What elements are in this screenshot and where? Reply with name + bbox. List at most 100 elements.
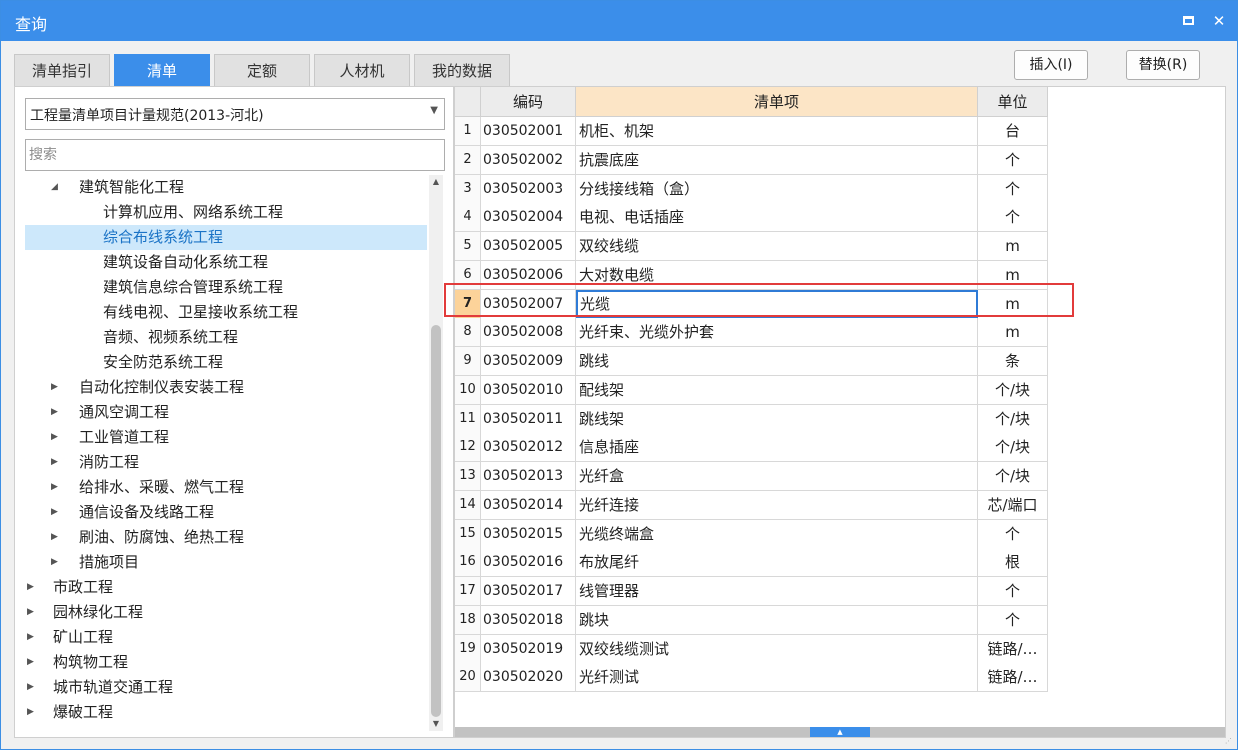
expand-icon[interactable]: ▶ (51, 450, 63, 475)
row-number[interactable]: 18 (455, 605, 481, 635)
code-cell[interactable]: 030502011 (481, 404, 576, 434)
code-cell[interactable]: 030502008 (481, 318, 576, 348)
replace-button[interactable]: 替换(R) (1126, 50, 1200, 80)
row-number[interactable]: 14 (455, 490, 481, 520)
header-unit[interactable]: 单位 (978, 87, 1048, 117)
name-cell[interactable]: 跳块 (576, 605, 978, 635)
tree-item[interactable]: ◢ 建筑智能化工程 (25, 175, 427, 200)
expand-icon[interactable]: ▶ (51, 500, 63, 525)
tab-4[interactable]: 我的数据 (414, 54, 510, 86)
tree-item[interactable]: 音频、视频系统工程 (25, 325, 427, 350)
collapse-icon[interactable]: ◢ (51, 175, 63, 200)
unit-cell[interactable]: m (978, 318, 1048, 348)
unit-cell[interactable]: 条 (978, 347, 1048, 376)
name-cell[interactable]: 光纤测试 (576, 663, 978, 693)
unit-cell[interactable]: 个 (978, 203, 1048, 233)
scroll-up-icon[interactable]: ▲ (431, 177, 441, 187)
unit-cell[interactable]: 个/块 (978, 462, 1048, 491)
unit-cell[interactable]: 链路/… (978, 663, 1048, 693)
row-number[interactable]: 16 (455, 548, 481, 578)
name-cell[interactable]: 机柜、机架 (576, 117, 978, 146)
tree-item[interactable]: 建筑信息综合管理系统工程 (25, 275, 427, 300)
grid-h-scrollbar[interactable]: ▲ (455, 727, 1225, 737)
expand-icon[interactable]: ▶ (51, 400, 63, 425)
code-cell[interactable]: 030502014 (481, 490, 576, 520)
tree-item[interactable]: ▶ 构筑物工程 (25, 650, 427, 675)
expand-icon[interactable]: ▶ (51, 425, 63, 450)
tree-item[interactable]: ▶ 通风空调工程 (25, 400, 427, 425)
name-cell[interactable]: 双绞线缆测试 (576, 634, 978, 664)
row-number[interactable]: 19 (455, 634, 481, 664)
name-cell[interactable]: 电视、电话插座 (576, 203, 978, 233)
expand-icon[interactable]: ▶ (51, 475, 63, 500)
name-cell[interactable]: 分线接线箱（盒） (576, 174, 978, 204)
tree-item[interactable]: 综合布线系统工程 (25, 225, 427, 250)
insert-button[interactable]: 插入(I) (1014, 50, 1088, 80)
tree-item[interactable]: ▶ 措施项目 (25, 550, 427, 575)
row-number[interactable]: 3 (455, 174, 481, 204)
unit-cell[interactable]: 个/块 (978, 375, 1048, 405)
code-cell[interactable]: 030502005 (481, 232, 576, 261)
tab-1[interactable]: 清单 (114, 54, 210, 86)
name-cell[interactable]: 布放尾纤 (576, 548, 978, 578)
unit-cell[interactable]: 个 (978, 519, 1048, 549)
code-cell[interactable]: 030502004 (481, 203, 576, 233)
unit-cell[interactable]: 个 (978, 145, 1048, 175)
code-cell[interactable]: 030502012 (481, 433, 576, 463)
row-number[interactable]: 10 (455, 375, 481, 405)
tree-item[interactable]: ▶ 园林绿化工程 (25, 600, 427, 625)
expand-icon[interactable]: ▶ (27, 575, 39, 600)
tree-item[interactable]: ▶ 通信设备及线路工程 (25, 500, 427, 525)
tab-2[interactable]: 定额 (214, 54, 310, 86)
code-cell[interactable]: 030502020 (481, 663, 576, 693)
expand-icon[interactable]: ▶ (27, 675, 39, 700)
row-number[interactable]: 12 (455, 433, 481, 463)
tree-item[interactable]: 安全防范系统工程 (25, 350, 427, 375)
code-cell[interactable]: 030502016 (481, 548, 576, 578)
expand-icon[interactable]: ▶ (51, 525, 63, 550)
code-cell[interactable]: 030502015 (481, 519, 576, 549)
splitter-handle-icon[interactable]: ▲ (810, 727, 870, 737)
name-cell[interactable]: 光纤连接 (576, 490, 978, 520)
tree-item[interactable]: 建筑设备自动化系统工程 (25, 250, 427, 275)
code-cell[interactable]: 030502009 (481, 347, 576, 376)
name-cell[interactable]: 线管理器 (576, 577, 978, 606)
code-cell[interactable]: 030502013 (481, 462, 576, 491)
tree-scrollbar[interactable]: ▲ ▼ (429, 175, 443, 731)
tree-item[interactable]: ▶ 自动化控制仪表安装工程 (25, 375, 427, 400)
unit-cell[interactable]: 链路/… (978, 634, 1048, 664)
unit-cell[interactable]: 个/块 (978, 433, 1048, 463)
tree-item[interactable]: 有线电视、卫星接收系统工程 (25, 300, 427, 325)
expand-icon[interactable]: ▶ (27, 625, 39, 650)
unit-cell[interactable]: m (978, 232, 1048, 261)
resize-grip-icon[interactable]: ⋰ (1225, 737, 1233, 745)
tree-item[interactable]: ▶ 消防工程 (25, 450, 427, 475)
tree-item[interactable]: ▶ 市政工程 (25, 575, 427, 600)
search-input[interactable] (25, 139, 445, 171)
row-number[interactable]: 15 (455, 519, 481, 549)
name-cell[interactable]: 双绞线缆 (576, 232, 978, 261)
maximize-button[interactable] (1179, 11, 1199, 31)
code-cell[interactable]: 030502001 (481, 117, 576, 146)
tab-0[interactable]: 清单指引 (14, 54, 110, 86)
unit-cell[interactable]: 个/块 (978, 404, 1048, 434)
tree-item[interactable]: ▶ 刷油、防腐蚀、绝热工程 (25, 525, 427, 550)
scroll-down-icon[interactable]: ▼ (431, 719, 441, 729)
expand-icon[interactable]: ▶ (51, 550, 63, 575)
tab-3[interactable]: 人材机 (314, 54, 410, 86)
unit-cell[interactable]: 个 (978, 605, 1048, 635)
row-number[interactable]: 20 (455, 663, 481, 693)
tree-item[interactable]: ▶ 矿山工程 (25, 625, 427, 650)
scrollbar-thumb[interactable] (431, 325, 441, 717)
row-number[interactable]: 9 (455, 347, 481, 376)
tree-item[interactable]: ▶ 给排水、采暖、燃气工程 (25, 475, 427, 500)
name-cell[interactable]: 光纤盒 (576, 462, 978, 491)
expand-icon[interactable]: ▶ (27, 700, 39, 725)
spec-dropdown[interactable]: 工程量清单项目计量规范(2013-河北) ▼ (25, 98, 445, 130)
unit-cell[interactable]: 根 (978, 548, 1048, 578)
code-cell[interactable]: 030502003 (481, 174, 576, 204)
row-number[interactable]: 2 (455, 145, 481, 175)
header-name[interactable]: 清单项 (576, 87, 978, 117)
expand-icon[interactable]: ▶ (27, 650, 39, 675)
unit-cell[interactable]: 个 (978, 174, 1048, 204)
